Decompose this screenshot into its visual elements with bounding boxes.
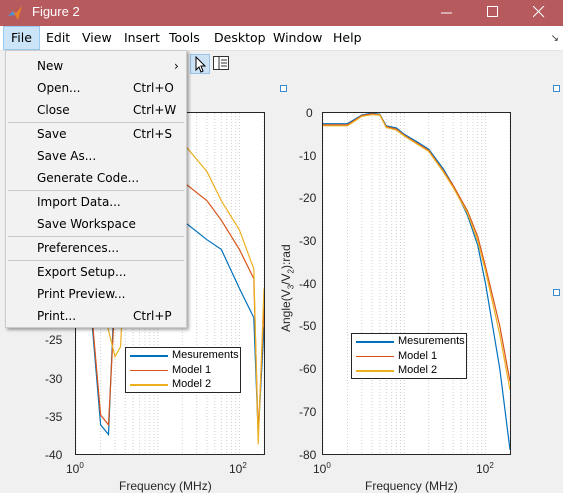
selection-handle[interactable]: [553, 85, 560, 92]
y-tick-label: -10: [299, 149, 317, 163]
y-tick-label: -40: [299, 277, 317, 291]
x-axis-label: Frequency (MHz): [365, 479, 458, 493]
x-axis-label: Frequency (MHz): [119, 479, 212, 493]
menu-item-preferences[interactable]: Preferences...: [6, 237, 186, 259]
menu-item-save-workspace[interactable]: Save Workspace: [6, 213, 186, 235]
menu-desktop[interactable]: Desktop: [207, 26, 273, 50]
legend-swatch: [356, 355, 394, 357]
menu-bar: File Edit View Insert Tools Desktop Wind…: [0, 26, 563, 50]
menu-insert[interactable]: Insert: [117, 26, 167, 50]
dock-arrow-icon[interactable]: ↘: [551, 33, 559, 44]
minimize-icon: [441, 12, 452, 14]
menu-view[interactable]: View: [75, 26, 119, 50]
y-tick-label: -70: [299, 405, 317, 419]
menu-edit[interactable]: Edit: [39, 26, 77, 50]
maximize-icon: [487, 6, 498, 17]
y-tick-label: 0: [306, 106, 313, 120]
legend-swatch: [356, 370, 394, 372]
pointer-arrow-icon: [195, 55, 207, 73]
y-tick-label: -60: [299, 362, 317, 376]
menu-tools[interactable]: Tools: [162, 26, 207, 50]
maximize-button[interactable]: [471, 0, 517, 26]
x-tick-label: 102: [229, 461, 247, 476]
x-tick-label: 100: [313, 461, 331, 476]
selection-handle[interactable]: [280, 85, 287, 92]
menu-help[interactable]: Help: [326, 26, 369, 50]
menu-item-print-preview[interactable]: Print Preview...: [6, 283, 186, 305]
x-tick-label: 102: [476, 461, 494, 476]
y-tick-label: -35: [45, 410, 63, 424]
legend-entry: Mesurements: [352, 334, 466, 349]
menu-window[interactable]: Window: [266, 26, 329, 50]
legend-entry: Model 1: [126, 363, 240, 378]
menu-item-save-as[interactable]: Save As...: [6, 145, 186, 167]
legend-swatch: [130, 369, 168, 371]
legend-entry: Model 2: [352, 363, 466, 378]
y-tick-label: -25: [45, 333, 63, 347]
menu-item-generate-code[interactable]: Generate Code...: [6, 167, 186, 189]
edit-plot-button[interactable]: [190, 54, 210, 74]
legend-swatch: [356, 341, 394, 343]
legend-entry: Mesurements: [126, 348, 240, 363]
submenu-arrow-icon: ›: [174, 59, 179, 73]
y-tick-label: -40: [45, 448, 63, 462]
y-axis-label: Angle(V3/V2):rad: [279, 244, 296, 332]
legend[interactable]: Mesurements Model 1 Model 2: [125, 347, 241, 393]
close-icon: [533, 6, 545, 18]
menu-item-close[interactable]: Close Ctrl+W: [6, 99, 186, 121]
file-menu-dropdown: New › Open... Ctrl+O Close Ctrl+W Save Ctrl+…: [5, 50, 187, 328]
menu-item-import-data[interactable]: Import Data...: [6, 191, 186, 213]
matlab-app-icon: [8, 6, 22, 20]
phase-axes[interactable]: [322, 112, 511, 455]
legend-entry: Model 2: [126, 377, 240, 392]
title-bar: Figure 2: [0, 0, 563, 26]
legend-swatch: [130, 384, 168, 386]
legend[interactable]: Mesurements Model 1 Model 2: [351, 333, 467, 379]
phase-plot: [322, 112, 511, 454]
window-title: Figure 2: [32, 4, 80, 19]
menu-item-new[interactable]: New ›: [6, 55, 186, 77]
y-tick-label: -20: [299, 191, 317, 205]
y-tick-label: -30: [299, 234, 317, 248]
menu-item-save[interactable]: Save Ctrl+S: [6, 123, 186, 145]
selection-handle[interactable]: [553, 289, 560, 296]
y-tick-label: -80: [299, 448, 317, 462]
legend-swatch: [130, 355, 168, 357]
legend-entry: Model 1: [352, 349, 466, 364]
minimize-button[interactable]: [425, 0, 471, 26]
x-tick-label: 100: [66, 461, 84, 476]
close-button[interactable]: [517, 0, 563, 26]
y-tick-label: -30: [45, 372, 63, 386]
property-inspector-button[interactable]: [212, 54, 232, 74]
menu-file[interactable]: File: [3, 26, 40, 50]
menu-item-open[interactable]: Open... Ctrl+O: [6, 77, 186, 99]
menu-item-export-setup[interactable]: Export Setup...: [6, 261, 186, 283]
y-tick-label: -50: [299, 319, 317, 333]
property-inspector-icon: [213, 56, 229, 70]
menu-item-print[interactable]: Print... Ctrl+P: [6, 305, 186, 327]
